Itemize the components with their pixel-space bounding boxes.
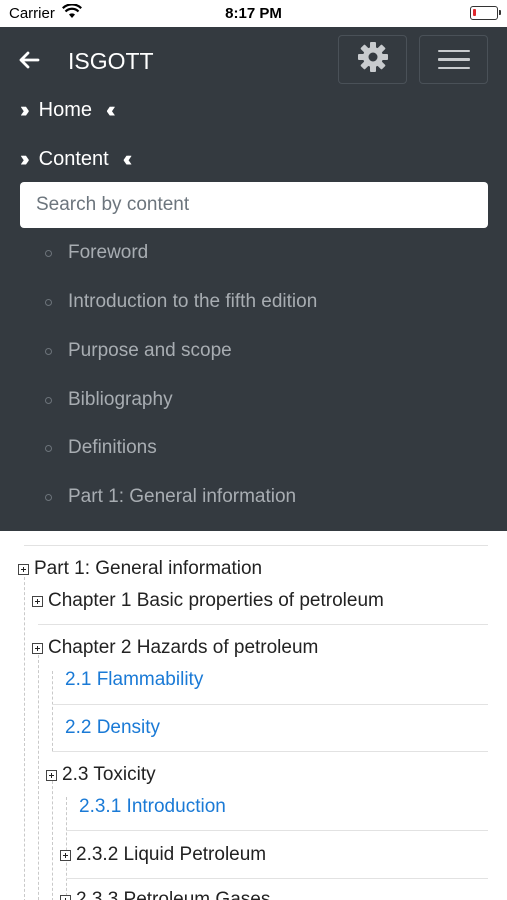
content-tree: Part 1: General information Chapter 1 Ba… [0, 531, 507, 900]
tree-link-density[interactable]: 2.2 Density [65, 717, 160, 739]
nav-content-link[interactable]: ›› Content ‹‹ [20, 146, 132, 172]
tree-item-label: 2.3 Toxicity [62, 764, 156, 785]
divider [66, 878, 488, 879]
expand-icon[interactable] [32, 595, 43, 607]
gear-icon [356, 40, 390, 79]
nav-item-introduction[interactable]: Introduction to the fifth edition [45, 291, 317, 313]
double-chevron-left-icon: ‹‹ [106, 97, 115, 122]
tree-guide-line [38, 655, 39, 900]
tree-item-chapter2[interactable]: Chapter 2 Hazards of petroleum [32, 637, 318, 659]
expand-icon[interactable] [32, 642, 43, 654]
expand-icon[interactable] [18, 563, 29, 575]
tree-item-label: Part 1: General information [34, 558, 263, 579]
double-chevron-right-icon: ›› [20, 97, 29, 122]
tree-item-part1[interactable]: Part 1: General information [18, 558, 262, 580]
nav-item-label: Foreword [68, 242, 149, 263]
arrow-left-icon[interactable] [18, 49, 40, 71]
tree-link-label: 2.1 Flammability [65, 669, 204, 690]
bullet-icon [45, 249, 52, 257]
nav-item-label: Purpose and scope [68, 340, 232, 361]
nav-item-part1[interactable]: Part 1: General information [45, 486, 296, 508]
app-title: ISGOTT [68, 48, 154, 74]
divider [52, 704, 488, 705]
tree-link-label: 2.3.1 Introduction [79, 796, 226, 817]
bullet-icon [45, 396, 52, 404]
tree-item-label: Chapter 1 Basic properties of petroleum [48, 590, 384, 611]
tree-item-petroleum-gases[interactable]: 2.3.3 Petroleum Gases [60, 889, 270, 900]
nav-item-definitions[interactable]: Definitions [45, 437, 157, 459]
battery-icon [470, 6, 501, 20]
nav-item-label: Definitions [68, 437, 157, 458]
nav-home-label: Home [38, 98, 93, 121]
bullet-icon [45, 347, 52, 355]
status-bar: Carrier 8:17 PM [0, 0, 507, 27]
nav-item-purpose[interactable]: Purpose and scope [45, 340, 232, 362]
expand-icon[interactable] [46, 769, 57, 781]
nav-item-label: Introduction to the fifth edition [68, 291, 318, 312]
clock: 8:17 PM [225, 5, 282, 22]
nav-item-label: Part 1: General information [68, 486, 297, 507]
tree-guide-line [52, 671, 53, 751]
tree-guide-line [24, 567, 25, 900]
menu-button[interactable] [419, 35, 488, 84]
expand-icon[interactable] [60, 849, 71, 861]
divider [24, 545, 488, 546]
bullet-icon [45, 493, 52, 501]
tree-link-introduction[interactable]: 2.3.1 Introduction [79, 796, 226, 818]
tree-item-chapter1[interactable]: Chapter 1 Basic properties of petroleum [32, 590, 384, 612]
tree-link-label: 2.2 Density [65, 717, 161, 738]
divider [38, 624, 488, 625]
tree-item-label: 2.3.3 Petroleum Gases [76, 889, 271, 900]
tree-link-flammability[interactable]: 2.1 Flammability [65, 669, 203, 691]
tree-guide-line [52, 781, 53, 900]
double-chevron-left-icon: ‹‹ [122, 146, 132, 171]
tree-item-label: 2.3.2 Liquid Petroleum [76, 844, 267, 865]
nav-home-link[interactable]: ›› Home ‹‹ [20, 97, 115, 123]
bullet-icon [45, 298, 52, 306]
settings-button[interactable] [338, 35, 407, 84]
search-input[interactable] [20, 182, 488, 228]
bullet-icon [45, 444, 52, 452]
divider [52, 751, 488, 752]
nav-item-label: Bibliography [68, 389, 173, 410]
tree-item-toxicity[interactable]: 2.3 Toxicity [46, 764, 156, 786]
double-chevron-right-icon: ›› [20, 146, 29, 171]
nav-item-bibliography[interactable]: Bibliography [45, 389, 173, 411]
hamburger-icon [437, 44, 470, 76]
divider [66, 830, 488, 831]
tree-item-liquid-petroleum[interactable]: 2.3.2 Liquid Petroleum [60, 844, 266, 866]
nav-item-foreword[interactable]: Foreword [45, 242, 148, 264]
expand-icon[interactable] [60, 894, 71, 900]
nav-content-label: Content [38, 147, 109, 170]
tree-item-label: Chapter 2 Hazards of petroleum [48, 637, 319, 658]
nav-panel: ISGOTT ›› Home ‹‹ ›› Content ‹‹ Search b… [0, 27, 507, 531]
